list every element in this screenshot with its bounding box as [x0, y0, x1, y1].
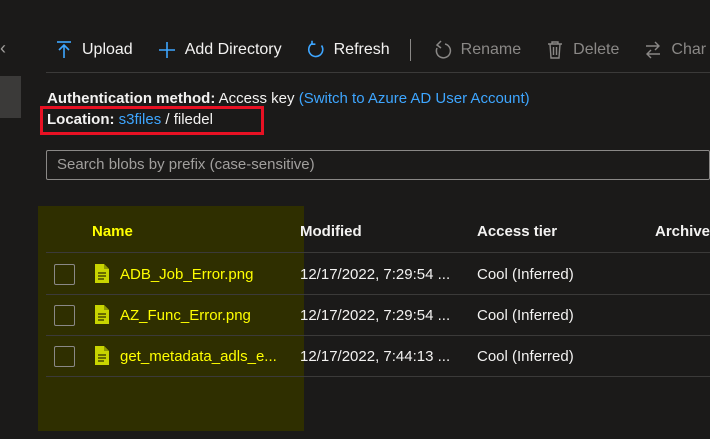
refresh-button[interactable]: Refresh	[306, 40, 390, 60]
search-input[interactable]	[47, 151, 667, 178]
column-header-archive[interactable]: Archive	[655, 223, 710, 240]
change-tier-label: Char	[671, 41, 707, 58]
file-name[interactable]: AZ_Func_Error.png	[120, 307, 251, 324]
row-checkbox[interactable]	[54, 305, 75, 326]
location-highlight-box	[40, 106, 264, 135]
image-file-icon	[95, 346, 109, 365]
upload-icon	[57, 41, 71, 58]
auth-value: Access key	[218, 90, 295, 107]
column-header-access-tier[interactable]: Access tier	[477, 223, 557, 240]
auth-method: Authentication method: Access key (Switc…	[47, 90, 530, 107]
file-access-tier: Cool (Inferred)	[477, 348, 574, 365]
upload-label: Upload	[82, 41, 133, 58]
refresh-label: Refresh	[333, 41, 390, 58]
rename-icon	[435, 40, 451, 59]
left-rail: ‹	[0, 0, 22, 439]
refresh-icon	[307, 40, 324, 58]
header-divider	[46, 252, 710, 253]
file-modified: 12/17/2022, 7:29:54 ...	[300, 307, 451, 324]
row-divider	[46, 376, 710, 377]
file-name[interactable]: ADB_Job_Error.png	[120, 266, 253, 283]
trash-icon	[548, 41, 563, 59]
toolbar-separator	[409, 39, 411, 61]
delete-label: Delete	[573, 41, 620, 58]
file-modified: 12/17/2022, 7:44:13 ...	[300, 348, 451, 365]
left-nav-item[interactable]	[0, 76, 21, 118]
file-access-tier: Cool (Inferred)	[477, 266, 574, 283]
row-checkbox[interactable]	[54, 346, 75, 367]
image-file-icon	[95, 305, 109, 324]
column-header-modified[interactable]: Modified	[300, 223, 362, 240]
switch-auth-link[interactable]: (Switch to Azure AD User Account)	[299, 90, 530, 107]
rename-button[interactable]: Rename	[433, 40, 521, 60]
file-modified: 12/17/2022, 7:29:54 ...	[300, 266, 451, 283]
auth-label: Authentication method:	[47, 90, 216, 107]
delete-button[interactable]: Delete	[545, 40, 619, 60]
file-name[interactable]: get_metadata_adls_e...	[120, 348, 277, 365]
plus-icon	[158, 42, 175, 58]
table-row[interactable]: AZ_Func_Error.png 12/17/2022, 7:29:54 ..…	[46, 295, 710, 336]
add-directory-button[interactable]: Add Directory	[157, 40, 282, 60]
image-file-icon	[95, 264, 109, 283]
upload-button[interactable]: Upload	[54, 40, 133, 60]
change-tier-button[interactable]: Char	[643, 40, 706, 60]
rename-label: Rename	[460, 41, 522, 58]
add-directory-label: Add Directory	[184, 41, 282, 58]
column-header-name[interactable]: Name	[92, 223, 133, 240]
toolbar-divider	[46, 72, 710, 73]
table-row[interactable]: get_metadata_adls_e... 12/17/2022, 7:44:…	[46, 336, 710, 377]
table-row[interactable]: ADB_Job_Error.png 12/17/2022, 7:29:54 ..…	[46, 254, 710, 295]
row-checkbox[interactable]	[54, 264, 75, 285]
search-box	[46, 150, 710, 180]
swap-arrows-icon	[646, 41, 661, 59]
file-access-tier: Cool (Inferred)	[477, 307, 574, 324]
toolbar: Upload Add Directory Refresh Rename Dele…	[54, 34, 710, 66]
collapse-chevron-icon[interactable]: ‹	[0, 38, 6, 59]
